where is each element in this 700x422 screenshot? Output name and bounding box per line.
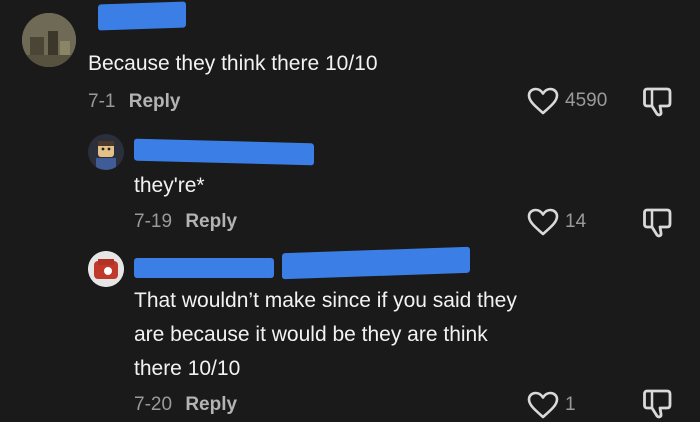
heart-outline-icon[interactable] xyxy=(527,391,559,419)
comment-text-line: That wouldn’t make since if you said the… xyxy=(134,289,517,312)
reply-button[interactable]: Reply xyxy=(185,211,237,232)
like-count: 1 xyxy=(565,394,576,415)
comment-date: 7-19 xyxy=(134,211,173,232)
comment-text-block: That wouldn’t make since if you said the… xyxy=(134,284,517,386)
heart-outline-icon[interactable] xyxy=(527,87,559,115)
heart-outline-icon[interactable] xyxy=(527,208,559,236)
like-count: 14 xyxy=(565,211,587,232)
avatar-comment-1[interactable] xyxy=(22,13,76,67)
thumbs-down-icon[interactable] xyxy=(641,207,675,239)
avatar-reply-2[interactable] xyxy=(88,251,124,287)
comment-text-line: there 10/10 xyxy=(134,357,241,380)
comment-meta: 7-19 Reply xyxy=(134,211,237,233)
thumbs-down-icon[interactable] xyxy=(641,388,675,420)
comment-meta: 7-20 Reply xyxy=(134,394,237,416)
like-group: 14 xyxy=(527,208,586,236)
comment-date: 7-20 xyxy=(134,394,173,415)
comment-meta: 7-1 Reply xyxy=(88,91,181,113)
redacted-username-secondary xyxy=(282,246,470,280)
avatar-image xyxy=(22,13,76,67)
comment-text: they're* xyxy=(134,174,205,197)
avatar-image xyxy=(88,251,124,287)
thumbs-down-icon[interactable] xyxy=(641,86,675,118)
comment-date: 7-1 xyxy=(88,91,116,112)
like-count: 4590 xyxy=(565,90,608,111)
reply-button[interactable]: Reply xyxy=(129,91,181,112)
reply-button[interactable]: Reply xyxy=(185,394,237,415)
redacted-username xyxy=(134,138,314,166)
redacted-username xyxy=(98,1,186,31)
avatar-image xyxy=(88,134,124,170)
like-group: 1 xyxy=(527,391,576,419)
avatar-reply-1[interactable] xyxy=(88,134,124,170)
comment-text-line: are because it would be they are think xyxy=(134,323,488,346)
redacted-username xyxy=(134,258,274,278)
like-group: 4590 xyxy=(527,87,607,115)
comment-text: Because they think there 10/10 xyxy=(88,52,378,75)
